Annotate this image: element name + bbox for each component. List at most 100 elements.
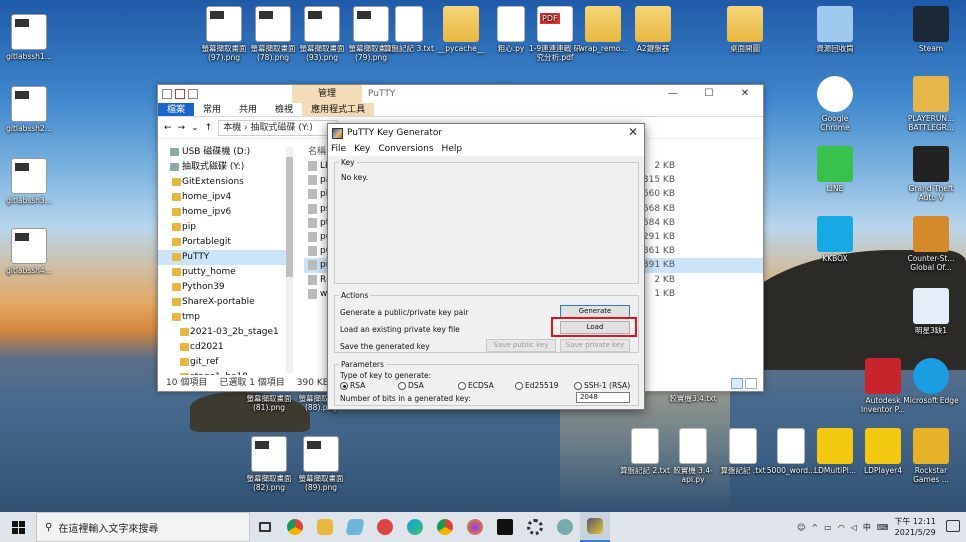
desktop-icon[interactable]: 螢幕擷取畫面 (81).png — [240, 394, 298, 412]
input-language[interactable]: 中 — [863, 522, 871, 533]
close-icon[interactable]: ✕ — [727, 85, 763, 103]
desktop-icon[interactable]: Steam — [902, 6, 960, 53]
nav-item[interactable]: cd2021 — [158, 340, 293, 355]
key-group: Key No key. — [334, 158, 639, 284]
desktop-icon[interactable]: 較實機3.4.txt — [664, 394, 722, 403]
volume-icon[interactable]: ◁ — [851, 523, 857, 532]
settings-gear-taskbar-icon[interactable] — [520, 512, 550, 542]
network-icon[interactable]: ◠ — [838, 523, 845, 532]
menu-file[interactable]: File — [331, 142, 346, 156]
nav-item[interactable]: pip — [158, 220, 293, 235]
desktop-icon[interactable]: gitlabssh1... — [0, 14, 58, 61]
tab-app-tools[interactable]: 應用程式工具 — [302, 103, 375, 116]
chrome-taskbar-icon[interactable] — [280, 512, 310, 542]
desktop-icon[interactable]: A2鍵盤器 — [624, 6, 682, 53]
save-private-key-button[interactable]: Save private key — [560, 339, 630, 352]
puttygen-taskbar-icon[interactable] — [580, 512, 610, 542]
nav-item[interactable]: Portablegit — [158, 235, 293, 250]
nav-item[interactable]: putty_home — [158, 265, 293, 280]
desktop-icon[interactable]: 螢幕擷取畫面 (89).png — [292, 436, 350, 492]
nav-item[interactable]: tmp — [158, 310, 293, 325]
chrome-profile-taskbar-icon[interactable] — [430, 512, 460, 542]
large-icons-view-icon[interactable] — [745, 378, 757, 389]
taskbar-search-box[interactable]: ⚲ 在這裡輸入文字來搜尋 — [36, 512, 250, 542]
minimize-icon[interactable]: — — [655, 85, 691, 103]
edge-taskbar-icon[interactable] — [400, 512, 430, 542]
quick-access-icon[interactable] — [162, 89, 172, 99]
menu-key[interactable]: Key — [354, 142, 370, 156]
desktop-icon[interactable]: gitlabssh4... — [0, 228, 58, 275]
nav-item[interactable]: home_ipv4 — [158, 190, 293, 205]
close-icon[interactable]: ✕ — [628, 125, 638, 139]
nav-item[interactable]: 抽取式磁碟 (Y:) — [158, 160, 293, 175]
key-type-radio-ssh1rsa[interactable]: SSH-1 (RSA) — [574, 381, 630, 390]
menu-help[interactable]: Help — [442, 142, 463, 156]
tab-home[interactable]: 常用 — [194, 103, 230, 116]
battery-icon[interactable]: ▭ — [824, 523, 832, 532]
new-folder-icon[interactable] — [188, 89, 198, 99]
terminal-taskbar-icon[interactable] — [490, 512, 520, 542]
desktop-icon[interactable]: Microsoft Edge — [902, 358, 960, 405]
ime-icon[interactable]: ⌨ — [877, 523, 889, 532]
tab-share[interactable]: 共用 — [230, 103, 266, 116]
key-type-radio-rsa[interactable]: RSA — [340, 381, 365, 390]
desktop-icon[interactable]: 明星3缺1 — [902, 288, 960, 335]
desktop-icon[interactable]: PLAYERUN... BATTLEGR... — [902, 76, 960, 132]
forward-arrow-icon[interactable]: → — [178, 123, 186, 133]
recent-chevron-icon[interactable]: ⌄ — [191, 123, 199, 133]
firefox-taskbar-icon[interactable] — [460, 512, 490, 542]
task-view-icon[interactable] — [250, 512, 280, 542]
desktop-icon[interactable]: Rockstar Games ... — [902, 428, 960, 484]
desktop-icon[interactable]: 算盤記記 3.txt — [380, 6, 438, 53]
clock[interactable]: 下午 12:11 2021/5/29 — [894, 516, 936, 538]
tab-view[interactable]: 檢視 — [266, 103, 302, 116]
up-arrow-icon[interactable]: ↑ — [205, 123, 213, 133]
nav-item[interactable]: Python39 — [158, 280, 293, 295]
user-icon[interactable]: ☺ — [797, 523, 805, 532]
desktop-icon[interactable]: 資源回收筒 — [806, 6, 864, 53]
desktop-icon[interactable]: gitlabssh2... — [0, 86, 58, 133]
save-public-key-button[interactable]: Save public key — [486, 339, 556, 352]
puttygen-titlebar[interactable]: PuTTY Key Generator ✕ — [328, 124, 644, 142]
nav-item[interactable]: ShareX-portable — [158, 295, 293, 310]
address-input[interactable]: 本機 › 抽取式磁碟 (Y:) — [218, 119, 339, 136]
notification-icon[interactable] — [946, 520, 960, 532]
desktop-icon[interactable]: Grand Theft Auto V — [902, 146, 960, 202]
desktop-icon[interactable]: 桌面開圖 — [716, 6, 774, 53]
key-type-radio-ecdsa[interactable]: ECDSA — [458, 381, 494, 390]
bits-input[interactable]: 2048 — [576, 392, 630, 403]
app-taskbar-icon[interactable] — [550, 512, 580, 542]
desktop-icon[interactable]: Counter-St... Global Of... — [902, 216, 960, 272]
nav-item[interactable]: home_ipv6 — [158, 205, 293, 220]
properties-icon[interactable] — [175, 89, 185, 99]
desktop-icon[interactable]: LINE — [806, 146, 864, 193]
details-view-icon[interactable] — [731, 378, 743, 389]
nav-item[interactable]: PuTTY — [158, 250, 293, 265]
desktop-icon[interactable]: KKBOX — [806, 216, 864, 263]
maximize-icon[interactable]: ☐ — [691, 85, 727, 103]
nav-item[interactable]: 2021-03_2b_stage1 — [158, 325, 293, 340]
desktop-icon[interactable]: Google Chrome — [806, 76, 864, 132]
nav-item[interactable]: git_ref — [158, 355, 293, 370]
nav-scrollbar-thumb[interactable] — [286, 157, 293, 277]
paint-taskbar-icon[interactable] — [370, 512, 400, 542]
explorer-titlebar[interactable]: 管理 PuTTY — ☐ ✕ — [158, 85, 763, 103]
tab-file[interactable]: 檔案 — [158, 103, 195, 116]
file-explorer-taskbar-icon[interactable] — [310, 512, 340, 542]
start-button[interactable] — [0, 512, 36, 542]
nav-scrollbar[interactable] — [286, 147, 293, 373]
nav-item[interactable]: USB 磁碟機 (D:) — [158, 145, 293, 160]
puttygen-window[interactable]: PuTTY Key Generator ✕ File Key Conversio… — [327, 123, 645, 410]
key-type-radio-dsa[interactable]: DSA — [398, 381, 424, 390]
nav-item[interactable]: GitExtensions — [158, 175, 293, 190]
desktop-icon[interactable]: 螢幕擷取畫面 (82).png — [240, 436, 298, 492]
show-hidden-icons-icon[interactable]: ^ — [811, 523, 818, 532]
load-button[interactable]: Load — [560, 321, 630, 334]
key-type-radio-ed25519[interactable]: Ed25519 — [515, 381, 558, 390]
ribbon-context-tab[interactable]: 管理 — [292, 85, 362, 103]
back-arrow-icon[interactable]: ← — [164, 123, 172, 133]
desktop-icon[interactable]: 5000_word... — [762, 428, 820, 475]
menu-conversions[interactable]: Conversions — [378, 142, 433, 156]
desktop-icon[interactable]: gitlabssh3... — [0, 158, 58, 205]
notepad-taskbar-icon[interactable] — [340, 512, 370, 542]
